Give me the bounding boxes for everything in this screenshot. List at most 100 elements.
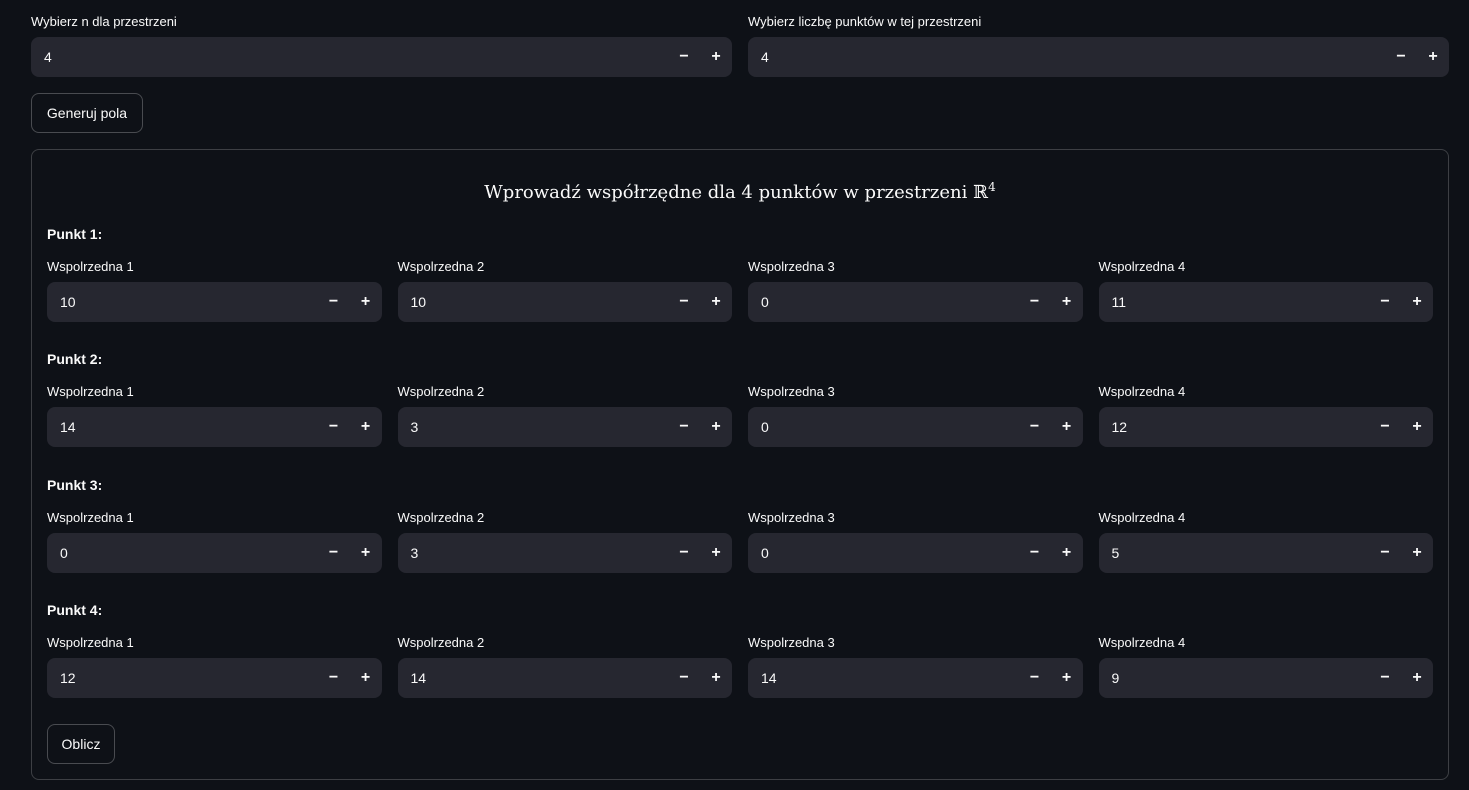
decrement-button[interactable]: − [318,407,350,447]
coord-value[interactable]: 5 [1112,545,1370,561]
n-decrement-button[interactable]: − [668,37,700,77]
points-count-value[interactable]: 4 [761,49,1385,65]
decrement-button[interactable]: − [668,282,700,322]
increment-button[interactable]: + [1051,533,1083,573]
increment-button[interactable]: + [1051,658,1083,698]
coord-number-input[interactable]: 14 − + [47,407,382,447]
decrement-button[interactable]: − [1369,533,1401,573]
coord-label: Wspolrzedna 2 [397,384,485,399]
point-block-1: Punkt 1: Wspolrzedna 1 10 − + Wspolrzedn… [47,225,1433,322]
coord-value[interactable]: 12 [60,670,318,686]
coord-field: Wspolrzedna 2 3 − + [397,510,732,573]
coord-number-input[interactable]: 0 − + [47,533,382,573]
coord-number-input[interactable]: 5 − + [1098,533,1433,573]
panel-title-text: Wprowadź współrzędne dla 4 punktów w prz… [484,182,989,203]
calculate-button[interactable]: Oblicz [47,724,115,764]
n-increment-button[interactable]: + [700,37,732,77]
decrement-button[interactable]: − [318,658,350,698]
decrement-button[interactable]: − [318,533,350,573]
increment-button[interactable]: + [1401,658,1433,698]
coord-number-input[interactable]: 10 − + [397,282,732,322]
coord-number-input[interactable]: 14 − + [748,658,1083,698]
decrement-button[interactable]: − [1019,282,1051,322]
coord-value[interactable]: 0 [60,545,318,561]
decrement-button[interactable]: − [318,282,350,322]
decrement-button[interactable]: − [1019,407,1051,447]
point-block-2: Punkt 2: Wspolrzedna 1 14 − + Wspolrzedn… [47,350,1433,447]
increment-button[interactable]: + [700,658,732,698]
points-count-input[interactable]: 4 − + [748,37,1449,77]
coord-number-input[interactable]: 12 − + [47,658,382,698]
coord-number-input[interactable]: 3 − + [397,533,732,573]
coords-row: Wspolrzedna 1 10 − + Wspolrzedna 2 10 − … [47,259,1433,322]
coord-value[interactable]: 14 [761,670,1019,686]
coord-field: Wspolrzedna 3 14 − + [748,635,1083,698]
increment-button[interactable]: + [350,533,382,573]
coord-stepper: − + [1019,533,1083,573]
decrement-button[interactable]: − [1019,658,1051,698]
increment-button[interactable]: + [350,407,382,447]
coord-stepper: − + [318,407,382,447]
coord-value[interactable]: 10 [411,294,669,310]
point-heading: Punkt 2: [47,351,103,367]
increment-button[interactable]: + [700,282,732,322]
coord-number-input[interactable]: 10 − + [47,282,382,322]
increment-button[interactable]: + [1051,282,1083,322]
increment-button[interactable]: + [1401,282,1433,322]
coord-field: Wspolrzedna 4 11 − + [1098,259,1433,322]
coord-value[interactable]: 11 [1112,294,1370,310]
decrement-button[interactable]: − [1019,533,1051,573]
n-number-input[interactable]: 4 − + [31,37,732,77]
coord-field: Wspolrzedna 1 12 − + [47,635,382,698]
coord-value[interactable]: 0 [761,419,1019,435]
points-count-decrement-button[interactable]: − [1385,37,1417,77]
increment-button[interactable]: + [700,533,732,573]
coord-field: Wspolrzedna 2 10 − + [397,259,732,322]
n-input-value[interactable]: 4 [44,49,668,65]
decrement-button[interactable]: − [1369,407,1401,447]
coord-number-input[interactable]: 0 − + [748,282,1083,322]
coord-number-input[interactable]: 3 − + [397,407,732,447]
generate-fields-button[interactable]: Generuj pola [31,93,143,133]
coord-stepper: − + [1369,533,1433,573]
coord-number-input[interactable]: 14 − + [397,658,732,698]
coord-value[interactable]: 0 [761,294,1019,310]
coord-field: Wspolrzedna 3 0 − + [748,259,1083,322]
coords-row: Wspolrzedna 1 12 − + Wspolrzedna 2 14 − … [47,635,1433,698]
coord-value[interactable]: 14 [411,670,669,686]
coord-number-input[interactable]: 11 − + [1098,282,1433,322]
coord-value[interactable]: 12 [1112,419,1370,435]
increment-button[interactable]: + [350,658,382,698]
coord-field: Wspolrzedna 1 10 − + [47,259,382,322]
coord-number-input[interactable]: 12 − + [1098,407,1433,447]
coord-label: Wspolrzedna 3 [748,510,835,525]
decrement-button[interactable]: − [1369,282,1401,322]
increment-button[interactable]: + [350,282,382,322]
coord-value[interactable]: 9 [1112,670,1370,686]
points-count-field: Wybierz liczbę punktów w tej przestrzeni… [748,14,1449,77]
coord-value[interactable]: 10 [60,294,318,310]
decrement-button[interactable]: − [1369,658,1401,698]
coord-number-input[interactable]: 0 − + [748,407,1083,447]
decrement-button[interactable]: − [668,407,700,447]
coord-number-input[interactable]: 0 − + [748,533,1083,573]
coord-value[interactable]: 0 [761,545,1019,561]
coord-stepper: − + [318,282,382,322]
coord-label: Wspolrzedna 2 [397,510,485,525]
n-field-label: Wybierz n dla przestrzeni [31,14,177,29]
increment-button[interactable]: + [700,407,732,447]
coord-stepper: − + [1019,407,1083,447]
coord-value[interactable]: 14 [60,419,318,435]
n-stepper: − + [668,37,732,77]
coord-value[interactable]: 3 [411,545,669,561]
coord-label: Wspolrzedna 1 [47,384,134,399]
points-count-increment-button[interactable]: + [1417,37,1449,77]
decrement-button[interactable]: − [668,658,700,698]
decrement-button[interactable]: − [668,533,700,573]
coord-number-input[interactable]: 9 − + [1098,658,1433,698]
increment-button[interactable]: + [1401,407,1433,447]
increment-button[interactable]: + [1401,533,1433,573]
coord-stepper: − + [1369,407,1433,447]
coord-value[interactable]: 3 [411,419,669,435]
increment-button[interactable]: + [1051,407,1083,447]
